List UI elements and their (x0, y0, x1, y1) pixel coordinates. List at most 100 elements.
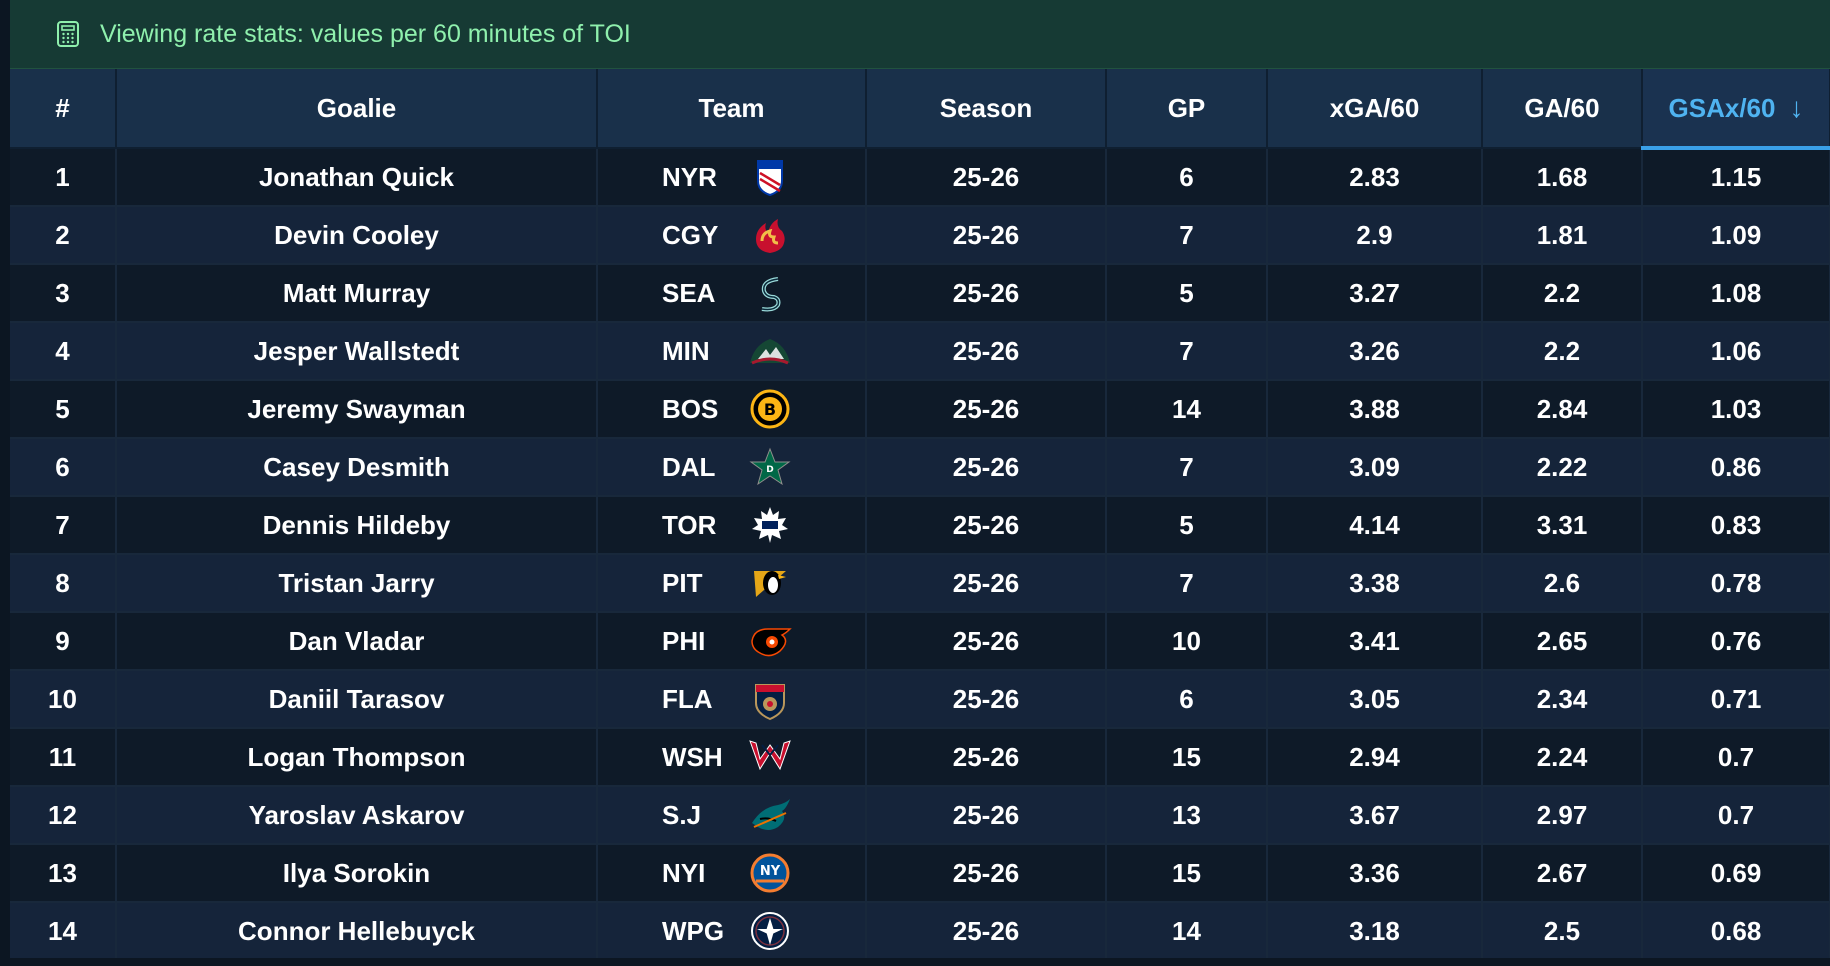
column-header-xga60[interactable]: xGA/60 (1267, 69, 1483, 149)
gsax60-cell: 0.71 (1642, 670, 1830, 729)
table-row[interactable]: 12 Yaroslav Askarov S.J 25-26 13 3.67 2.97 0.7 (10, 786, 1830, 845)
xga60-cell: 3.41 (1267, 612, 1483, 671)
goalie-name-cell[interactable]: Logan Thompson (116, 728, 598, 787)
table-row[interactable]: 4 Jesper Wallstedt MIN 25-26 7 3.26 2.2 1.06 (10, 322, 1830, 381)
season-cell: 25-26 (866, 264, 1107, 323)
table-row[interactable]: 14 Connor Hellebuyck WPG 25-26 14 3.18 2.5 0.68 (10, 902, 1830, 961)
team-cell: WPG (597, 902, 867, 961)
svg-text:D: D (766, 465, 773, 475)
gp-cell: 7 (1106, 206, 1268, 265)
ga60-cell: 2.22 (1482, 438, 1643, 497)
gp-cell: 15 (1106, 844, 1268, 903)
ga60-cell: 2.5 (1482, 902, 1643, 961)
goalie-name-cell[interactable]: Tristan Jarry (116, 554, 598, 613)
goalie-name-cell[interactable]: Devin Cooley (116, 206, 598, 265)
islanders-logo-icon: NY (750, 853, 790, 893)
goalie-name-cell[interactable]: Jesper Wallstedt (116, 322, 598, 381)
team-abbreviation: BOS (662, 394, 719, 424)
rank-cell: 10 (10, 670, 117, 729)
goalie-name-cell[interactable]: Jeremy Swayman (116, 380, 598, 439)
season-cell: 25-26 (866, 728, 1107, 787)
team-abbreviation: CGY (662, 220, 719, 250)
team-cell: FLA (597, 670, 867, 729)
column-header-team[interactable]: Team (597, 69, 867, 149)
season-cell: 25-26 (866, 380, 1107, 439)
gsax60-cell: 0.7 (1642, 728, 1830, 787)
column-header-season[interactable]: Season (866, 69, 1107, 149)
season-cell: 25-26 (866, 148, 1107, 207)
gp-cell: 5 (1106, 496, 1268, 555)
team-abbreviation: WSH (662, 742, 723, 772)
column-header-goalie[interactable]: Goalie (116, 69, 598, 149)
table-row[interactable]: 3 Matt Murray SEA 25-26 5 3.27 2.2 1.08 (10, 264, 1830, 323)
table-row[interactable]: 7 Dennis Hildeby TOR 25-26 5 4.14 3.31 0.83 (10, 496, 1830, 555)
table-row[interactable]: 13 Ilya Sorokin NYI NY 25-26 15 3.36 2.67 0.69 (10, 844, 1830, 903)
xga60-cell: 3.05 (1267, 670, 1483, 729)
team-abbreviation: WPG (662, 916, 725, 946)
gsax60-cell: 1.09 (1642, 206, 1830, 265)
team-cell: S.J (597, 786, 867, 845)
goalie-name-cell[interactable]: Jonathan Quick (116, 148, 598, 207)
table-row[interactable]: 10 Daniil Tarasov FLA 25-26 6 3.05 2.34 0.71 (10, 670, 1830, 729)
xga60-cell: 3.26 (1267, 322, 1483, 381)
flames-logo-icon (756, 219, 785, 253)
goalie-name-cell[interactable]: Connor Hellebuyck (116, 902, 598, 961)
goalie-name-cell[interactable]: Daniil Tarasov (116, 670, 598, 729)
team-cell: PIT (597, 554, 867, 613)
rank-cell: 11 (10, 728, 117, 787)
gsax60-cell: 0.7 (1642, 786, 1830, 845)
column-header-gsax60-label: GSAx/60 (1668, 92, 1776, 123)
rank-cell: 7 (10, 496, 117, 555)
rank-cell: 1 (10, 148, 117, 207)
xga60-cell: 3.18 (1267, 902, 1483, 961)
rank-cell: 13 (10, 844, 117, 903)
team-cell: CGY (597, 206, 867, 265)
season-cell: 25-26 (866, 554, 1107, 613)
team-abbreviation: FLA (662, 684, 713, 714)
goalie-name-cell[interactable]: Dan Vladar (116, 612, 598, 671)
goalie-name-cell[interactable]: Ilya Sorokin (116, 844, 598, 903)
column-header-gp[interactable]: GP (1106, 69, 1268, 149)
rank-cell: 9 (10, 612, 117, 671)
goalie-name-cell[interactable]: Dennis Hildeby (116, 496, 598, 555)
panthers-logo-icon (755, 684, 785, 721)
xga60-cell: 3.36 (1267, 844, 1483, 903)
table-row[interactable]: 8 Tristan Jarry PIT 25-26 7 3.38 2.6 0.78 (10, 554, 1830, 613)
season-cell: 25-26 (866, 844, 1107, 903)
team-cell: NYI NY (597, 844, 867, 903)
table-row[interactable]: 5 Jeremy Swayman BOS B 25-26 14 3.88 2.84 1.03 (10, 380, 1830, 439)
season-cell: 25-26 (866, 612, 1107, 671)
table-row[interactable]: 1 Jonathan Quick NYR 25-26 6 2.83 1.68 1.15 (10, 148, 1830, 207)
team-abbreviation: DAL (662, 452, 716, 482)
wild-logo-icon (750, 339, 790, 365)
gsax60-cell: 0.83 (1642, 496, 1830, 555)
svg-text:NY: NY (760, 864, 781, 879)
goalie-name-cell[interactable]: Matt Murray (116, 264, 598, 323)
column-header-ga60[interactable]: GA/60 (1482, 69, 1643, 149)
rank-cell: 14 (10, 902, 117, 961)
table-header-row: # Goalie Team Season GP xGA/60 GA/60 GSA… (10, 69, 1830, 150)
goalie-name-cell[interactable]: Yaroslav Askarov (116, 786, 598, 845)
bottom-edge (0, 958, 1830, 966)
goalie-name-cell[interactable]: Casey Desmith (116, 438, 598, 497)
gp-cell: 13 (1106, 786, 1268, 845)
team-abbreviation: PIT (662, 568, 703, 598)
capitals-logo-icon (749, 740, 791, 771)
team-abbreviation: PHI (662, 626, 706, 656)
team-cell: PHI (597, 612, 867, 671)
table-row[interactable]: 6 Casey Desmith DAL D 25-26 7 3.09 2.22 0.86 (10, 438, 1830, 497)
stars-logo-icon: D (749, 447, 791, 486)
season-cell: 25-26 (866, 670, 1107, 729)
column-header-gsax60[interactable]: GSAx/60 ↓ (1642, 69, 1830, 150)
table-row[interactable]: 9 Dan Vladar PHI 25-26 10 3.41 2.65 0.76 (10, 612, 1830, 671)
ga60-cell: 1.68 (1482, 148, 1643, 207)
table-row[interactable]: 11 Logan Thompson WSH 25-26 15 2.94 2.24 0.7 (10, 728, 1830, 787)
column-header-rank[interactable]: # (10, 69, 117, 149)
ga60-cell: 2.2 (1482, 322, 1643, 381)
season-cell: 25-26 (866, 322, 1107, 381)
jets-logo-icon (751, 912, 789, 950)
calculator-icon (57, 21, 79, 47)
team-cell: BOS B (597, 380, 867, 439)
rate-stats-banner: Viewing rate stats: values per 60 minute… (10, 0, 1830, 69)
table-row[interactable]: 2 Devin Cooley CGY 25-26 7 2.9 1.81 1.09 (10, 206, 1830, 265)
